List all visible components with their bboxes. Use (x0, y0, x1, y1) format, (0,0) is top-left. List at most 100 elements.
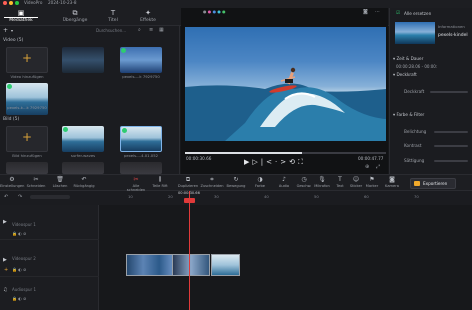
saturation-label: Sättigung (404, 158, 425, 163)
mute-icon[interactable]: 🔒 ◐ ⊘ (12, 296, 26, 301)
section-opacity[interactable]: ▾ Deckkraft (393, 72, 417, 77)
add-icon[interactable]: + (3, 27, 8, 34)
mark-in-icon[interactable]: <·> (266, 158, 289, 166)
tab-label: Übergänge (62, 18, 88, 23)
ruler-label: 40 (264, 194, 269, 199)
project-menu[interactable]: 2024-10-23-8 (48, 0, 77, 5)
media-thumb[interactable] (120, 162, 162, 174)
tab-title[interactable]: T Titel (96, 9, 130, 25)
image-caption: Bild hinzufügen (12, 153, 42, 158)
preview-progress[interactable] (185, 152, 386, 154)
settings-icon: ⚙ (9, 176, 15, 183)
tool-label: Bewegung (226, 184, 246, 188)
video-frame[interactable] (185, 27, 386, 141)
close-window-icon[interactable] (3, 1, 7, 5)
video-section-header[interactable]: Video (5) (3, 38, 23, 43)
tool-split[interactable]: ⫼ Teile Rift (148, 176, 172, 188)
track-headers: ▶ Videospur 1 🔒 ◐ ⊘ ▶ Videospur 2 + 🔒 ◐ … (0, 205, 99, 310)
search-input[interactable]: Durchsuchen... (96, 28, 126, 33)
total-time: 00:00:47.77 (358, 156, 384, 161)
playhead[interactable] (189, 191, 190, 310)
replace-all-label[interactable]: Alle ersetzen (404, 11, 431, 16)
more-icon[interactable]: ⋯ (375, 9, 380, 15)
lock-icon[interactable]: 🔒 ◐ ⊘ (12, 231, 26, 236)
clip-thumbnail (395, 22, 435, 44)
section-time[interactable]: ▾ Zeit & Dauer (393, 56, 423, 61)
redo-icon[interactable]: ↷ (18, 194, 22, 200)
undo-icon: ↶ (81, 176, 87, 183)
loop-icon[interactable]: ⟲ (289, 158, 298, 166)
timeline-clip[interactable] (211, 254, 240, 276)
brightness-label: Belichtung (404, 129, 427, 134)
grid-view-icon[interactable]: ▦ (159, 27, 164, 33)
search-icon[interactable]: ⌕ (138, 27, 141, 33)
tool-cut[interactable]: ✂ Schneiden (24, 176, 48, 188)
contrast-slider[interactable] (434, 145, 468, 147)
dot-icon: ● (203, 9, 207, 14)
tool-duplicate[interactable]: ⧉ Duplizieren (176, 176, 200, 188)
zoom-slider[interactable] (30, 195, 70, 199)
playhead-handle[interactable] (184, 198, 195, 203)
duplicate-icon: ⧉ (185, 176, 191, 183)
import-dropdown-icon[interactable]: ▾ (11, 28, 13, 33)
undo-icon[interactable]: ↶ (4, 194, 8, 200)
fullscreen-icon[interactable]: ⛶ (298, 158, 306, 166)
zoom-icon[interactable]: ⊕ (365, 164, 369, 170)
dot-icon: ● (207, 9, 212, 14)
current-time: 00:00:30.66 (186, 156, 212, 161)
tool-motion[interactable]: ↻ Bewegung (224, 176, 248, 188)
saturation-slider[interactable] (434, 160, 468, 162)
tool-label: Teile Rift (152, 184, 168, 188)
title-icon: T (110, 9, 116, 17)
media-thumb[interactable] (62, 162, 104, 174)
tab-effects[interactable]: ✦ Effekte (131, 9, 165, 25)
tool-camera[interactable]: ◙ Kamera (380, 176, 404, 188)
track-name: Videospur 2 (12, 256, 36, 261)
surf-scene (185, 67, 386, 141)
media-thumb-selected[interactable] (120, 126, 162, 152)
maximize-window-icon[interactable] (15, 1, 19, 5)
check-icon (122, 128, 127, 133)
minimize-window-icon[interactable] (9, 1, 13, 5)
opacity-slider[interactable] (430, 91, 468, 93)
export-button[interactable]: Exportieren (410, 178, 456, 189)
video-caption: pexels-k...k 7929750 (7, 105, 47, 110)
tool-label: Text (336, 184, 344, 188)
image-section-header[interactable]: Bild (5) (3, 117, 19, 122)
check-icon (121, 48, 126, 53)
tool-settings[interactable]: ⚙ Einstellungen (0, 176, 24, 188)
add-image-tile[interactable]: + (6, 126, 48, 152)
trash-icon: 🗑 (56, 176, 64, 183)
step-forward-icon[interactable]: ▷| (252, 158, 266, 166)
timeline-clip[interactable] (172, 254, 210, 276)
tool-color[interactable]: ◑ Farbe (248, 176, 272, 188)
tab-label: Mediathek (9, 18, 33, 23)
tool-cut-all[interactable]: ✂ Alle schneiden (124, 176, 148, 192)
media-thumb[interactable] (62, 126, 104, 152)
tool-crop[interactable]: ⌗ Zuschneiden (200, 176, 224, 188)
tool-label: Audio (278, 184, 290, 188)
media-thumb[interactable] (6, 162, 48, 174)
ruler-label: 30 (214, 194, 219, 199)
scissors-icon: ✂ (33, 176, 39, 183)
track-header: ▶ Videospur 1 🔒 ◐ ⊘ (0, 205, 99, 240)
tool-undo[interactable]: ↶ Rückgängig (72, 176, 96, 188)
brightness-slider[interactable] (434, 131, 468, 133)
visibility-icon[interactable]: 🔒 ◐ ⊘ (12, 267, 26, 272)
tab-mediathek[interactable]: ▣ Mediathek (4, 9, 38, 25)
tab-transitions[interactable]: ⧉ Übergänge (58, 9, 92, 25)
add-video-tile[interactable]: + (6, 47, 48, 73)
tool-delete[interactable]: 🗑 Löschen (48, 176, 72, 188)
tool-label: Marker (365, 184, 379, 188)
snapshot-icon[interactable]: ◙ (363, 9, 368, 15)
media-thumb[interactable] (62, 47, 104, 73)
media-thumb[interactable] (120, 47, 162, 73)
media-thumb[interactable] (6, 83, 48, 115)
transitions-icon: ⧉ (72, 9, 78, 17)
section-color[interactable]: ▾ Farbe & Filter (393, 112, 424, 117)
timeline-clip[interactable] (126, 254, 174, 276)
tool-label: Einstellungen (0, 184, 25, 188)
expand-icon[interactable]: ⤢ (376, 164, 380, 170)
add-track-icon[interactable]: + (4, 267, 8, 273)
filter-icon[interactable]: ≡ (149, 27, 153, 33)
